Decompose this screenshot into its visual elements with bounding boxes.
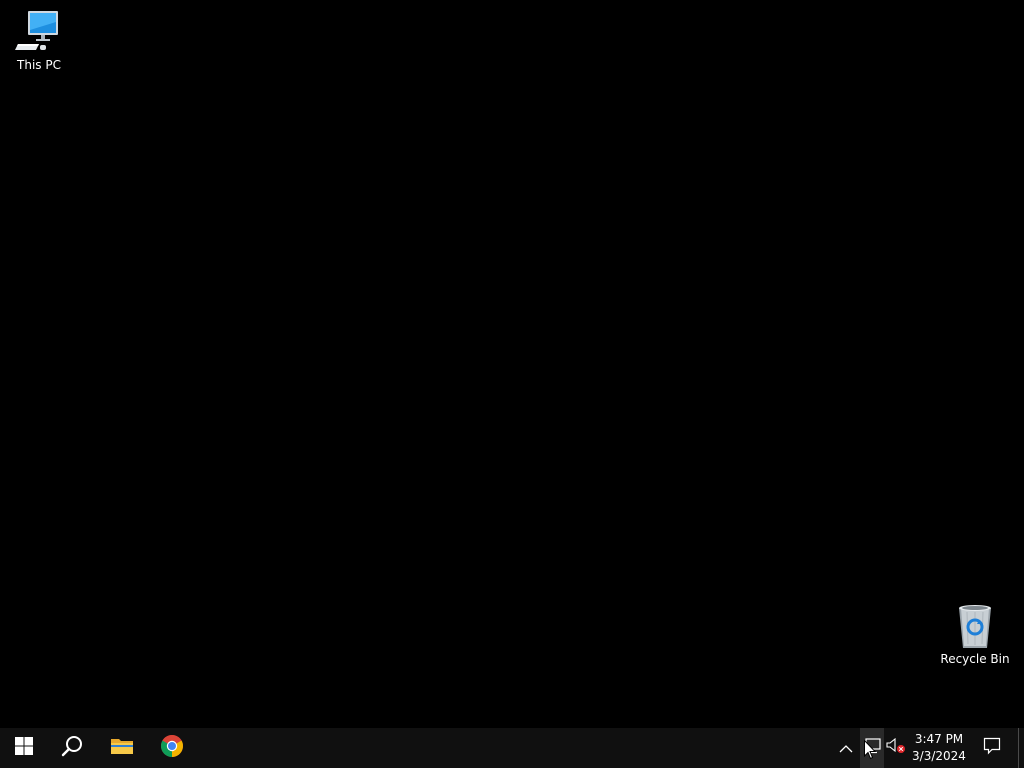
search-icon [61,735,83,761]
action-center-button[interactable] [978,728,1006,768]
folder-icon [110,736,134,760]
chrome-icon [160,734,184,762]
desktop[interactable]: This PC Recycle Bin [0,0,1024,728]
desktop-icon-this-pc[interactable]: This PC [1,8,77,72]
notification-icon [983,737,1001,759]
network-icon [863,738,881,758]
clock-date: 3/3/2024 [912,749,966,763]
windows-logo-icon [15,737,33,759]
show-desktop-button[interactable] [1018,728,1024,768]
clock-time: 3:47 PM [914,732,964,746]
chevron-up-icon [839,739,853,758]
clock[interactable]: 3:47 PM 3/3/2024 [910,728,968,768]
desktop-icon-label: This PC [17,58,61,72]
file-explorer-button[interactable] [98,728,146,768]
volume-button[interactable] [884,728,908,768]
desktop-icon-recycle-bin[interactable]: Recycle Bin [937,602,1013,666]
taskbar: 3:47 PM 3/3/2024 [0,728,1024,768]
chrome-button[interactable] [148,728,196,768]
search-button[interactable] [48,728,96,768]
volume-muted-icon [886,737,906,758]
desktop-icon-label: Recycle Bin [940,652,1010,666]
start-button[interactable] [0,728,48,768]
recycle-bin-icon [951,602,999,650]
show-hidden-icons-button[interactable] [834,728,858,768]
computer-icon [15,8,63,56]
network-button[interactable] [860,728,884,768]
